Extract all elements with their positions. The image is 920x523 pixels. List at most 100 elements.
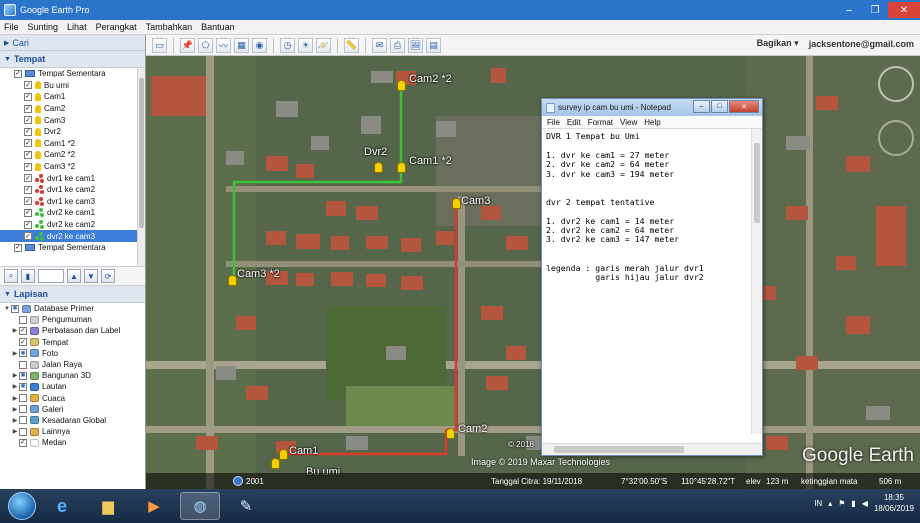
- placemark-pin-icon[interactable]: [271, 458, 280, 469]
- layers-tree-item[interactable]: ✓ Tempat: [0, 337, 145, 348]
- notepad-menu-file[interactable]: File: [547, 118, 560, 127]
- sun-icon[interactable]: ☀: [298, 37, 313, 53]
- menu-bantuan[interactable]: Bantuan: [201, 22, 235, 32]
- places-tree-item[interactable]: ✓ dvr1 ke cam3: [0, 196, 145, 208]
- menu-tambahkan[interactable]: Tambahkan: [146, 22, 193, 32]
- map-label-cam3-2[interactable]: Cam3 *2: [237, 268, 280, 280]
- places-tree-item[interactable]: ✓ dvr2 ke cam1: [0, 207, 145, 219]
- places-tree-item[interactable]: ✓ Cam1: [0, 91, 145, 103]
- placemark-pin-icon[interactable]: [279, 449, 288, 460]
- layers-tree-item[interactable]: ▶ Kesadaran Global: [0, 415, 145, 426]
- places-tree-item[interactable]: ✓ Tempat Sementara: [0, 68, 145, 80]
- layers-tree-item[interactable]: ▶ Cuaca: [0, 393, 145, 404]
- checkbox[interactable]: ■: [19, 371, 27, 380]
- checkbox[interactable]: ✓: [24, 116, 32, 125]
- layers-tree-item[interactable]: ▶ ■ Bangunan 3D: [0, 370, 145, 381]
- notepad-text-area[interactable]: DVR 1 Tempat bu Umi 1. dvr ke cam1 = 27 …: [542, 129, 753, 434]
- expand-arrow-icon[interactable]: ▶: [11, 372, 19, 379]
- media-player-icon[interactable]: ▶: [134, 492, 174, 520]
- places-tree-item[interactable]: ✓ dvr1 ke cam1: [0, 172, 145, 184]
- placemark-pin-icon[interactable]: [446, 428, 455, 439]
- placemark-pin-icon[interactable]: [452, 198, 461, 209]
- map-label-cam1[interactable]: Cam1: [289, 445, 318, 457]
- layers-tree-item[interactable]: ▶ Galeri: [0, 404, 145, 415]
- places-tree-item[interactable]: ✓ dvr2 ke cam3: [0, 230, 145, 242]
- notepad-taskbar-icon[interactable]: ✎: [226, 492, 266, 520]
- places-tree-item[interactable]: ✓ Cam2: [0, 103, 145, 115]
- layers-panel-header[interactable]: ▼ Lapisan: [0, 286, 145, 303]
- map-label-cam1-2[interactable]: Cam1 *2: [409, 155, 452, 167]
- checkbox[interactable]: ✓: [24, 81, 32, 90]
- expand-arrow-icon[interactable]: ▶: [11, 383, 19, 390]
- layers-tree-item[interactable]: ▶ ✓ Perbatasan dan Label: [0, 325, 145, 336]
- notepad-menu-help[interactable]: Help: [644, 118, 660, 127]
- layers-tree-item[interactable]: Jalan Raya: [0, 359, 145, 370]
- places-tree-item[interactable]: ✓ dvr2 ke cam2: [0, 219, 145, 231]
- network-icon[interactable]: ▮: [851, 499, 855, 508]
- places-tree-item[interactable]: ✓ Bu umi: [0, 80, 145, 92]
- share-button[interactable]: Bagikan ▾: [757, 38, 799, 49]
- search-panel-header[interactable]: ▶ Cari: [0, 35, 145, 51]
- path-icon[interactable]: 〰: [216, 37, 231, 53]
- maximize-button[interactable]: ❐: [862, 2, 888, 18]
- map-label-cam3[interactable]: Cam3: [461, 195, 490, 207]
- layers-tree-item[interactable]: Pengumuman: [0, 314, 145, 325]
- places-tree-item[interactable]: ✓ Cam1 *2: [0, 138, 145, 150]
- expand-arrow-icon[interactable]: ▶: [11, 417, 19, 424]
- placemark-pin-icon[interactable]: [374, 162, 383, 173]
- notepad-menu-view[interactable]: View: [620, 118, 637, 127]
- email-icon[interactable]: ✉: [372, 37, 387, 53]
- checkbox[interactable]: ✓: [19, 326, 27, 335]
- internet-explorer-icon[interactable]: e: [42, 492, 82, 520]
- tour-icon[interactable]: ⟳: [101, 269, 115, 283]
- places-tree-item[interactable]: ✓ dvr1 ke cam2: [0, 184, 145, 196]
- expand-arrow-icon[interactable]: ▶: [11, 395, 19, 402]
- placemark-icon[interactable]: 📌: [180, 37, 195, 53]
- places-tree-item[interactable]: ✓ Cam2 *2: [0, 149, 145, 161]
- checkbox[interactable]: ✓: [24, 162, 32, 171]
- tray-arrow-icon[interactable]: ▴: [828, 499, 832, 508]
- notepad-title-bar[interactable]: survey ip cam bu umi - Notepad – □ ✕: [542, 99, 762, 116]
- checkbox[interactable]: ✓: [24, 197, 32, 206]
- places-filter-input[interactable]: [38, 269, 64, 283]
- layers-tree-item[interactable]: ▶ Lainnya: [0, 426, 145, 437]
- menu-lihat[interactable]: Lihat: [67, 22, 87, 32]
- save-image-icon[interactable]: 🖼: [408, 37, 423, 53]
- language-indicator[interactable]: IN: [814, 499, 822, 508]
- places-tree-item[interactable]: ✓ Cam3 *2: [0, 161, 145, 173]
- map-view[interactable]: Cam2 *2 Dvr2 Cam1 *2 Cam3 Cam3 *2 Cam2 C…: [146, 56, 920, 489]
- map-label-cam2-2[interactable]: Cam2 *2: [409, 73, 452, 85]
- placemark-pin-icon[interactable]: [397, 80, 406, 91]
- checkbox[interactable]: ✓: [19, 438, 27, 447]
- placemark-pin-icon[interactable]: [228, 275, 237, 286]
- checkbox[interactable]: [19, 416, 27, 425]
- checkbox[interactable]: [19, 427, 27, 436]
- checkbox[interactable]: ■: [19, 349, 27, 358]
- checkbox[interactable]: [19, 405, 27, 414]
- search-icon[interactable]: ⌕: [4, 269, 18, 283]
- notepad-minimize-button[interactable]: –: [693, 100, 710, 113]
- checkbox[interactable]: ✓: [24, 232, 32, 241]
- places-panel-header[interactable]: ▼ Tempat: [0, 51, 145, 68]
- checkbox[interactable]: [19, 394, 27, 403]
- checkbox[interactable]: ■: [19, 382, 27, 391]
- file-explorer-icon[interactable]: ▆: [88, 492, 128, 520]
- places-tree-item[interactable]: ✓ Dvr2: [0, 126, 145, 138]
- places-tree-item[interactable]: ✓ Tempat Sementara: [0, 242, 145, 254]
- layers-tree-item[interactable]: ▼ ■ Database Primer: [0, 303, 145, 314]
- clock[interactable]: 18:35 18/06/2019: [874, 492, 914, 514]
- checkbox[interactable]: ✓: [24, 92, 32, 101]
- historical-year-badge[interactable]: 2001: [233, 476, 264, 486]
- checkbox[interactable]: ✓: [24, 150, 32, 159]
- checkbox[interactable]: ✓: [24, 208, 32, 217]
- notepad-maximize-button[interactable]: □: [711, 100, 728, 113]
- historical-imagery-icon[interactable]: ◷: [280, 37, 295, 53]
- account-email[interactable]: jacksentone@gmail.com: [809, 39, 914, 49]
- menu-file[interactable]: File: [4, 22, 19, 32]
- notepad-vertical-scrollbar[interactable]: [751, 129, 762, 434]
- down-icon[interactable]: ▼: [84, 269, 98, 283]
- polygon-icon[interactable]: ⬠: [198, 37, 213, 53]
- up-icon[interactable]: ▲: [67, 269, 81, 283]
- checkbox[interactable]: ✓: [24, 139, 32, 148]
- move-joystick[interactable]: [878, 120, 914, 156]
